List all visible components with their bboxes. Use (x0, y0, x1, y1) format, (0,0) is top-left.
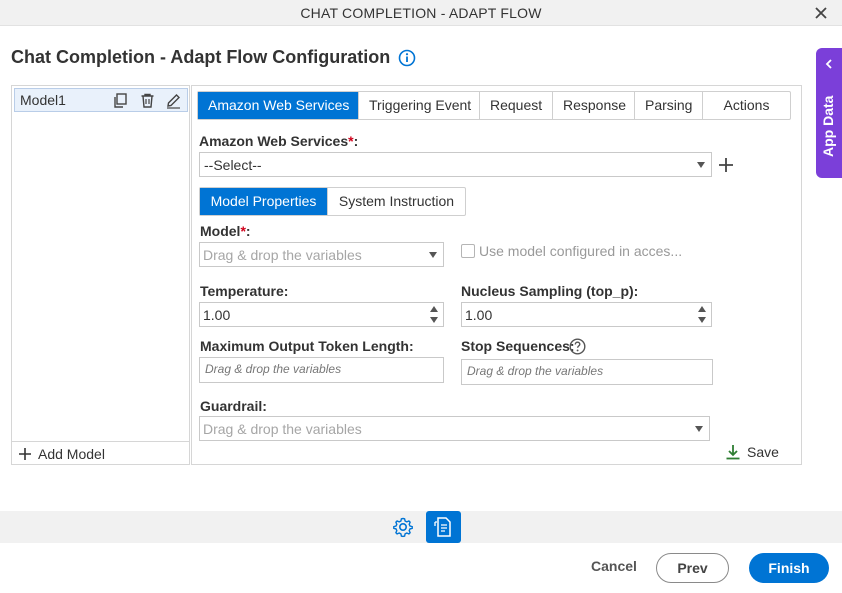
page-title: Chat Completion - Adapt Flow Configurati… (11, 47, 416, 68)
tab-system-instruction[interactable]: System Instruction (328, 188, 465, 215)
top-p-input[interactable]: 1.00 (461, 302, 712, 327)
guardrail-placeholder: Drag & drop the variables (203, 421, 362, 437)
copy-icon[interactable] (112, 92, 129, 109)
guardrail-label: Guardrail: (200, 398, 267, 414)
add-model-label: Add Model (38, 446, 105, 462)
temperature-value: 1.00 (203, 307, 231, 323)
aws-label: Amazon Web Services*: (199, 133, 359, 149)
add-connection-icon[interactable] (718, 157, 734, 173)
model-select[interactable]: Drag & drop the variables (199, 242, 444, 267)
model-list-item[interactable]: Model1 (14, 88, 188, 112)
guardrail-select[interactable]: Drag & drop the variables (199, 416, 710, 441)
chevron-down-icon (429, 252, 437, 258)
tab-model-properties[interactable]: Model Properties (200, 188, 328, 215)
save-label: Save (747, 444, 779, 460)
page-title-text: Chat Completion - Adapt Flow Configurati… (11, 47, 391, 67)
tab-actions[interactable]: Actions (703, 92, 790, 119)
model-list-panel: Model1 Add Model (11, 85, 190, 465)
model-name: Model1 (20, 92, 66, 108)
cancel-button[interactable]: Cancel (584, 558, 644, 574)
left-panel-footer: Add Model (12, 441, 189, 465)
chevron-down-icon (697, 162, 705, 168)
chevron-down-icon (695, 426, 703, 432)
tab-amazon-web-services[interactable]: Amazon Web Services (198, 92, 359, 119)
document-icon (434, 517, 451, 537)
max-tokens-label: Maximum Output Token Length: (200, 338, 414, 354)
stop-sequences-placeholder: Drag & drop the variables (467, 364, 604, 378)
gear-icon[interactable] (392, 516, 414, 538)
stop-sequences-label: Stop Sequences: (461, 338, 575, 354)
app-data-tab[interactable]: App Data (816, 48, 842, 178)
finish-button[interactable]: Finish (749, 553, 829, 583)
max-tokens-placeholder: Drag & drop the variables (205, 362, 342, 376)
plus-icon (19, 448, 31, 460)
tab-parsing[interactable]: Parsing (635, 92, 703, 119)
document-view-button[interactable] (426, 511, 461, 543)
model-subtabs: Model Properties System Instruction (199, 187, 466, 216)
tab-response[interactable]: Response (553, 92, 635, 119)
max-tokens-input[interactable]: Drag & drop the variables (199, 357, 444, 383)
model-placeholder: Drag & drop the variables (203, 247, 362, 263)
use-model-checkbox-label: Use model configured in acces... (479, 243, 683, 259)
prev-button[interactable]: Prev (656, 553, 729, 583)
add-model-button[interactable]: Add Model (18, 446, 105, 462)
help-icon[interactable] (569, 338, 586, 355)
window-titlebar: CHAT COMPLETION - ADAPT FLOW (0, 0, 842, 26)
aws-select-value: --Select-- (204, 157, 262, 173)
model-label: Model*: (200, 223, 251, 239)
use-model-checkbox-row: Use model configured in acces... (461, 243, 682, 259)
download-icon (726, 445, 740, 460)
temperature-input[interactable]: 1.00 (199, 302, 444, 327)
top-p-value: 1.00 (465, 307, 493, 323)
save-button[interactable]: Save (725, 444, 779, 460)
use-model-checkbox[interactable] (461, 244, 475, 258)
aws-select[interactable]: --Select-- (199, 152, 712, 177)
delete-icon[interactable] (139, 92, 156, 109)
top-p-label: Nucleus Sampling (top_p): (461, 283, 639, 299)
stepper-icon[interactable] (698, 305, 706, 324)
bottom-toolbar (0, 511, 842, 543)
stop-sequences-input[interactable]: Drag & drop the variables (461, 359, 713, 385)
window-title: CHAT COMPLETION - ADAPT FLOW (300, 5, 542, 21)
tab-triggering-event[interactable]: Triggering Event (359, 92, 480, 119)
stepper-icon[interactable] (430, 305, 438, 324)
app-data-label: App Data (820, 95, 836, 157)
tab-request[interactable]: Request (480, 92, 553, 119)
config-tabs: Amazon Web Services Triggering Event Req… (197, 91, 791, 120)
info-icon[interactable] (398, 49, 416, 67)
config-panel: Amazon Web Services Triggering Event Req… (191, 85, 802, 465)
temperature-label: Temperature: (200, 283, 289, 299)
close-icon[interactable] (810, 2, 832, 24)
edit-icon[interactable] (165, 92, 182, 109)
